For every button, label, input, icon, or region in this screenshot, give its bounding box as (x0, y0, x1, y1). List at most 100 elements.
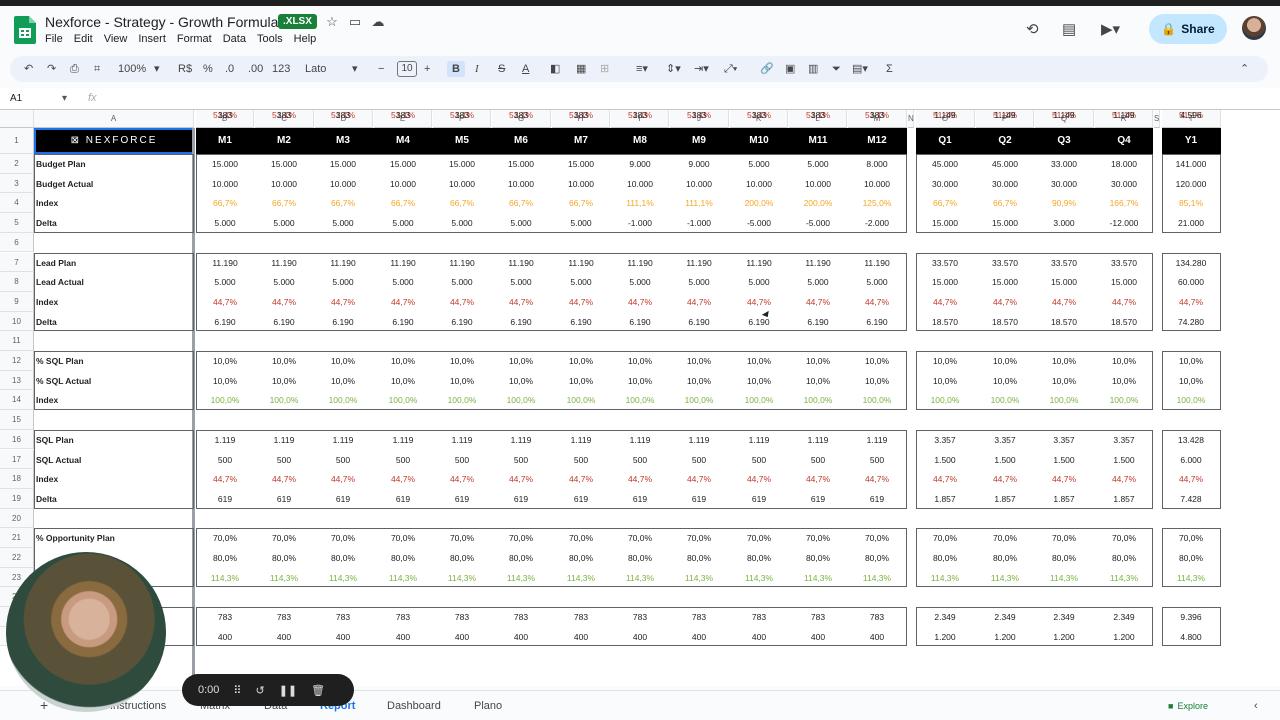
data-cell[interactable]: 383 (790, 110, 846, 120)
row-label[interactable]: % SQL Plan (36, 356, 84, 366)
frozen-column-divider[interactable] (192, 128, 195, 686)
data-cell[interactable]: 80,0% (731, 553, 787, 563)
data-cell[interactable]: 500 (493, 455, 549, 465)
data-cell[interactable]: 100,0% (375, 395, 431, 405)
data-cell[interactable]: 111,1% (671, 198, 727, 208)
data-cell[interactable]: 44,7% (849, 474, 905, 484)
column-header[interactable]: S (1154, 110, 1160, 128)
data-cell[interactable]: 70,0% (977, 533, 1033, 543)
data-cell[interactable]: 70,0% (1163, 533, 1219, 543)
row-label[interactable]: % Opportunity Plan (36, 533, 115, 543)
data-cell[interactable]: 5.000 (434, 218, 490, 228)
data-cell[interactable]: 44,7% (612, 474, 668, 484)
data-cell[interactable]: 66,7% (493, 198, 549, 208)
data-cell[interactable]: 80,0% (375, 553, 431, 563)
row-label[interactable]: Index (36, 198, 58, 208)
data-cell[interactable]: 30.000 (917, 179, 973, 189)
data-cell[interactable]: 11.190 (256, 258, 312, 268)
data-cell[interactable]: 33.570 (1096, 258, 1152, 268)
data-cell[interactable]: 15.000 (917, 218, 973, 228)
merge-cells-icon[interactable]: ⊞ (600, 61, 609, 77)
insert-link-icon[interactable]: 🔗 (760, 61, 774, 77)
data-cell[interactable]: 70,0% (256, 533, 312, 543)
name-box-dropdown-icon[interactable]: ▾ (62, 93, 67, 104)
print-icon[interactable]: ⎙ (70, 61, 79, 77)
data-cell[interactable]: 10.000 (197, 179, 253, 189)
data-cell[interactable]: 10.000 (375, 179, 431, 189)
paint-format-icon[interactable]: ⌗ (94, 61, 100, 77)
row-label[interactable]: Lead Actual (36, 277, 84, 287)
data-cell[interactable]: 45.000 (917, 159, 973, 169)
data-cell[interactable]: 5.000 (375, 218, 431, 228)
period-header[interactable]: Q4 (1096, 128, 1152, 154)
data-cell[interactable]: 5.000 (849, 277, 905, 287)
period-header[interactable]: M1 (197, 128, 253, 154)
data-cell[interactable]: 70,0% (315, 533, 371, 543)
row-header[interactable]: 6 (0, 232, 34, 253)
data-cell[interactable]: 783 (493, 612, 549, 622)
data-cell[interactable]: 44,7% (612, 297, 668, 307)
data-cell[interactable]: 6.190 (256, 317, 312, 327)
row-header[interactable]: 7 (0, 252, 34, 273)
data-cell[interactable]: 10,0% (849, 376, 905, 386)
functions-button[interactable]: Σ (886, 61, 893, 77)
row-header[interactable]: 1 (0, 128, 34, 154)
data-cell[interactable]: 11.190 (612, 258, 668, 268)
data-cell[interactable]: 1.119 (790, 435, 846, 445)
more-formats-button[interactable]: 123 (272, 61, 290, 77)
data-cell[interactable]: 6.190 (197, 317, 253, 327)
data-cell[interactable]: 44,7% (1096, 297, 1152, 307)
data-cell[interactable]: 100,0% (256, 395, 312, 405)
row-header[interactable]: 18 (0, 469, 34, 489)
data-cell[interactable]: 383 (256, 110, 312, 120)
data-cell[interactable]: 10,0% (493, 356, 549, 366)
data-cell[interactable]: 60.000 (1163, 277, 1219, 287)
data-cell[interactable]: 6.190 (434, 317, 490, 327)
data-cell[interactable]: 70,0% (197, 533, 253, 543)
data-cell[interactable]: 70,0% (849, 533, 905, 543)
data-cell[interactable]: 1.119 (493, 435, 549, 445)
data-cell[interactable]: 114,3% (493, 573, 549, 583)
data-cell[interactable]: 66,7% (375, 198, 431, 208)
data-cell[interactable]: 100,0% (1096, 395, 1152, 405)
row-label[interactable]: Index (36, 474, 58, 484)
data-cell[interactable]: 1.200 (977, 632, 1033, 642)
data-cell[interactable]: 33.570 (977, 258, 1033, 268)
data-cell[interactable]: 6.190 (315, 317, 371, 327)
data-cell[interactable]: 10,0% (731, 376, 787, 386)
data-cell[interactable]: 500 (731, 455, 787, 465)
data-cell[interactable]: 5.000 (315, 218, 371, 228)
data-cell[interactable]: 5.000 (434, 277, 490, 287)
collapse-menus-icon[interactable]: ⌃ (1240, 61, 1249, 77)
data-cell[interactable]: 10,0% (434, 376, 490, 386)
data-cell[interactable]: 400 (315, 632, 371, 642)
data-cell[interactable]: 100,0% (731, 395, 787, 405)
data-cell[interactable]: 10,0% (315, 376, 371, 386)
data-cell[interactable]: 619 (315, 494, 371, 504)
data-cell[interactable]: 6.190 (612, 317, 668, 327)
data-cell[interactable]: 66,7% (197, 198, 253, 208)
data-cell[interactable]: 5.000 (612, 277, 668, 287)
data-cell[interactable]: 70,0% (434, 533, 490, 543)
row-header[interactable]: 14 (0, 390, 34, 411)
period-header[interactable]: Q2 (977, 128, 1033, 154)
data-cell[interactable]: 141.000 (1163, 159, 1219, 169)
data-cell[interactable]: 66,7% (315, 198, 371, 208)
data-cell[interactable]: 2.349 (1096, 612, 1152, 622)
data-cell[interactable]: 500 (375, 455, 431, 465)
data-cell[interactable]: 783 (612, 612, 668, 622)
data-cell[interactable]: 44,7% (256, 297, 312, 307)
data-cell[interactable]: 383 (315, 110, 371, 120)
borders-icon[interactable]: ▦ (576, 61, 586, 77)
font-size-input[interactable]: 10 (397, 61, 417, 77)
data-cell[interactable]: 10.000 (434, 179, 490, 189)
data-cell[interactable]: 80,0% (553, 553, 609, 563)
data-cell[interactable]: 70,0% (1096, 533, 1152, 543)
data-cell[interactable]: 1.857 (1036, 494, 1092, 504)
data-cell[interactable]: 5.000 (553, 218, 609, 228)
data-cell[interactable]: 80,0% (256, 553, 312, 563)
data-cell[interactable]: 10,0% (1096, 356, 1152, 366)
increase-decimal-button[interactable]: .00 (248, 61, 263, 77)
period-header[interactable]: M11 (790, 128, 846, 154)
data-cell[interactable]: 500 (197, 455, 253, 465)
